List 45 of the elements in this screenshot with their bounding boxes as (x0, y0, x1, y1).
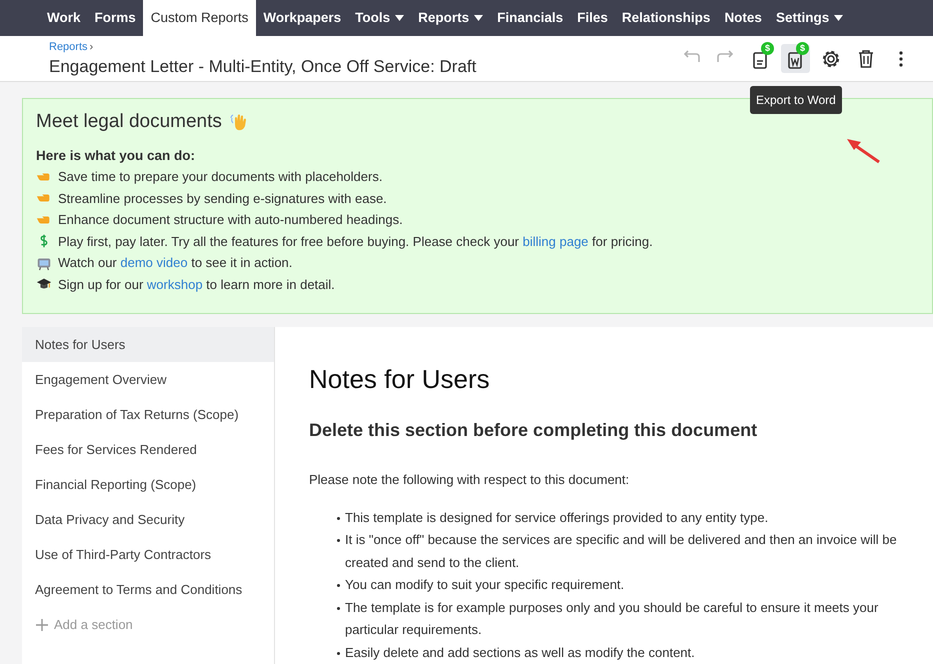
banner-item-text: Watch our demo video to see it in action. (58, 254, 292, 272)
breadcrumb-link[interactable]: Reports (49, 39, 88, 56)
page-title: Engagement Letter - Multi-Entity, Once Off Service: Draft (49, 56, 478, 78)
bullet-text: It is "once off" because the services are specific and will be delivered and then an invoice will be created and send to the client. (345, 531, 898, 572)
banner-item-text: Streamline processes by sending e-signatures with ease. (58, 190, 387, 208)
nav-tab[interactable]: Settings (768, 0, 850, 36)
bullet-icon (337, 516, 340, 520)
banner-item-text: Play first, pay later. Try all the features for free before buying. Please check your billing page for pricing. (58, 232, 653, 251)
nav-tab[interactable]: Tools (348, 0, 412, 36)
plus-icon (36, 618, 48, 630)
banner-subtitle: Here is what you can do: (36, 146, 196, 165)
nav-tab[interactable]: Custom Reports (142, 0, 256, 36)
document-paragraph: Please note the following with respect to this document: (309, 471, 630, 489)
text-link[interactable]: billing page (522, 234, 588, 248)
tooltip: Export to Word (750, 86, 842, 114)
more-icon (898, 50, 902, 66)
nav-tab[interactable]: Forms (88, 0, 143, 36)
bullet-text: You can modify to suit your specific requirement. (345, 576, 624, 594)
bullet-icon (337, 606, 340, 610)
nav-tab[interactable]: Work (40, 0, 88, 36)
bullet-text: The template is for example purposes only and you should be careful to ensure it meets your particular requirements. (345, 598, 880, 639)
nav-tab[interactable]: Reports (411, 0, 490, 36)
banner-title: Meet legal documents (36, 110, 222, 134)
section-item[interactable]: Notes for Users (22, 327, 274, 362)
nav-tab[interactable]: Financials (490, 0, 570, 36)
bullet-icon (337, 652, 340, 654)
breadcrumb-separator: › (90, 40, 94, 56)
bullet-text: Easily delete and add sections as well as modify the content. (345, 644, 695, 662)
text-link[interactable]: workshop (146, 276, 203, 292)
nav-tab[interactable]: Notes (717, 0, 769, 36)
annotation-arrow (845, 136, 881, 164)
document-heading: Notes for Users (309, 363, 491, 395)
bullet-icon (337, 584, 340, 587)
nav-tab[interactable]: Files (570, 0, 615, 36)
price-badge: $ (796, 42, 809, 55)
nav-tab[interactable]: Workpapers (256, 0, 348, 36)
bullet-text: This template is designed for service offerings provided to any entity type. (345, 508, 768, 527)
bullet-icon (337, 539, 340, 542)
banner-item-text: Enhance document structure with auto-numbered headings. (58, 211, 403, 229)
nav-tab[interactable]: Relationships (614, 0, 718, 36)
document-subheading: Delete this section before completing this document (309, 419, 758, 442)
banner-item-text: Save time to prepare your documents with placeholders. (58, 168, 382, 186)
price-badge: $ (761, 42, 774, 55)
banner-item-text: Sign up for our workshop to learn more in detail. (58, 276, 335, 294)
text-link[interactable]: demo video (120, 255, 188, 270)
